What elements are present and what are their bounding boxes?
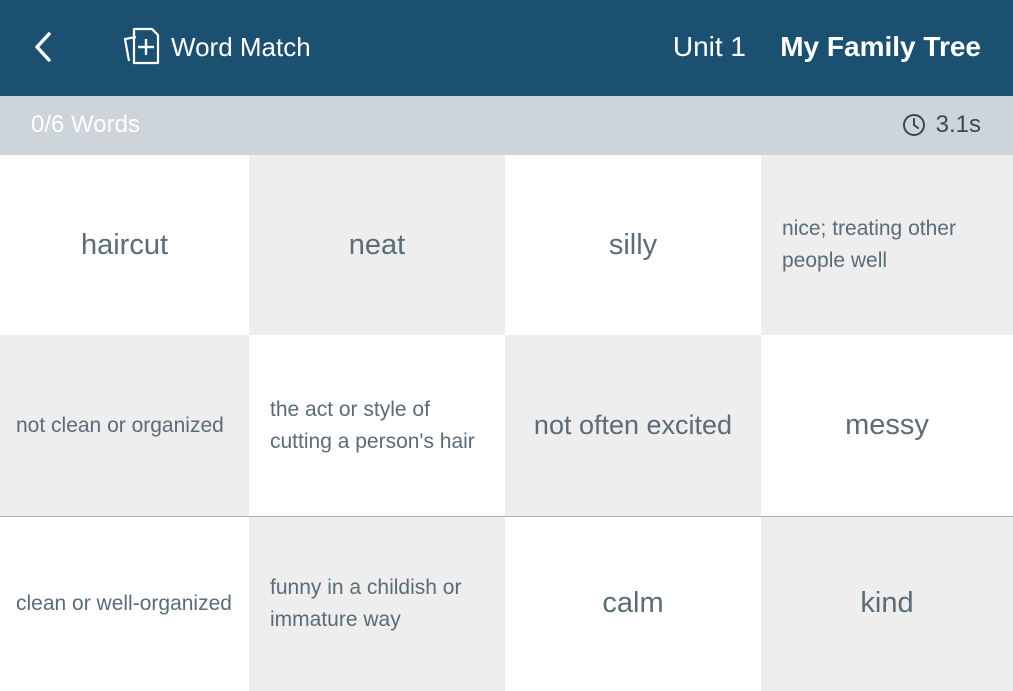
- match-card[interactable]: clean or well-organized: [0, 516, 249, 691]
- add-card-icon: [123, 27, 160, 65]
- back-button[interactable]: [26, 28, 60, 66]
- app-title: Word Match: [171, 32, 311, 62]
- match-card[interactable]: not clean or organized: [0, 335, 249, 516]
- match-card[interactable]: nice; treating other people well: [761, 155, 1013, 335]
- top-bar: Word Match Unit 1 My Family Tree: [0, 0, 1013, 96]
- unit-label: Unit 1: [672, 31, 746, 62]
- match-card[interactable]: funny in a childish or immature way: [249, 516, 505, 691]
- match-card[interactable]: silly: [505, 155, 761, 335]
- row-divider: [0, 516, 1013, 517]
- match-card[interactable]: kind: [761, 516, 1013, 691]
- card-grid: haircut neat silly nice; treating other …: [0, 155, 1013, 691]
- match-card[interactable]: neat: [249, 155, 505, 335]
- word-progress: 0/6 Words: [31, 111, 140, 138]
- match-card[interactable]: the act or style of cutting a person's h…: [249, 335, 505, 516]
- match-card[interactable]: not often excited: [505, 335, 761, 516]
- status-bar: 0/6 Words 3.1s: [0, 96, 1013, 155]
- clock-icon: [902, 114, 925, 136]
- match-card[interactable]: haircut: [0, 155, 249, 335]
- timer: 3.1s: [902, 107, 981, 143]
- unit-title: My Family Tree: [780, 31, 981, 62]
- match-card[interactable]: messy: [761, 335, 1013, 516]
- chevron-left-icon: [35, 32, 51, 62]
- match-card[interactable]: calm: [505, 516, 761, 691]
- timer-value: 3.1s: [935, 111, 981, 138]
